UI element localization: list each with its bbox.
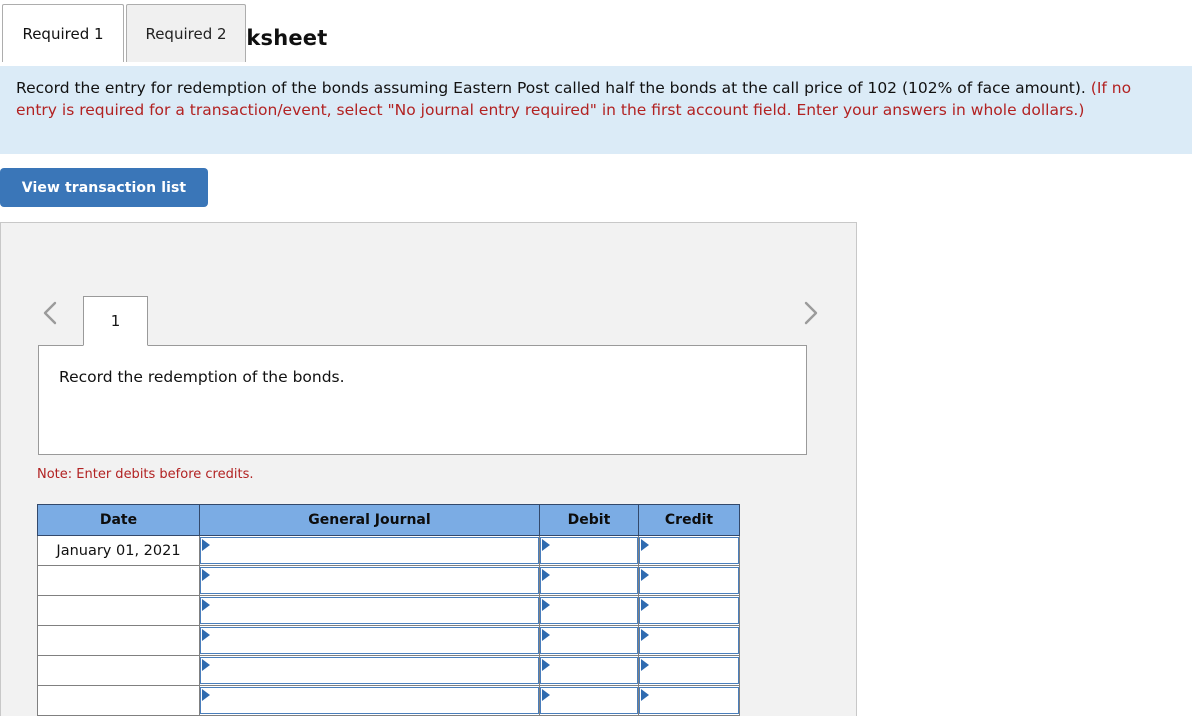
table-row <box>37 625 740 656</box>
general-journal-input-5[interactable] <box>200 657 539 684</box>
transaction-description-box: Record the redemption of the bonds. <box>38 345 807 455</box>
instructions-black-text: Record the entry for redemption of the b… <box>16 79 1086 97</box>
instructions-panel: Record the entry for redemption of the b… <box>0 66 1192 154</box>
general-journal-input-3[interactable] <box>200 597 539 624</box>
cell-date-5[interactable] <box>37 655 200 686</box>
cell-credit-1[interactable] <box>638 535 740 566</box>
cell-debit-5[interactable] <box>539 655 639 686</box>
general-journal-input-2[interactable] <box>200 567 539 594</box>
debits-before-credits-note: Note: Enter debits before credits. <box>37 467 254 482</box>
chevron-right-icon[interactable] <box>797 296 823 330</box>
view-transaction-list-button[interactable]: View transaction list <box>0 168 208 207</box>
page-root: Required 1 Required 2 Record the entry f… <box>0 0 1192 716</box>
debit-input-5[interactable] <box>540 657 638 684</box>
tab-required-1[interactable]: Required 1 <box>2 4 124 62</box>
column-header-credit: Credit <box>638 504 740 536</box>
column-header-date: Date <box>37 504 200 536</box>
debit-input-1[interactable] <box>540 537 638 564</box>
credit-input-1[interactable] <box>639 537 739 564</box>
column-header-debit: Debit <box>539 504 639 536</box>
table-row <box>37 565 740 596</box>
credit-input-4[interactable] <box>639 627 739 654</box>
cell-credit-5[interactable] <box>638 655 740 686</box>
cell-debit-1[interactable] <box>539 535 639 566</box>
general-journal-input-4[interactable] <box>200 627 539 654</box>
transaction-description-text: Record the redemption of the bonds. <box>59 368 345 386</box>
cell-date-6[interactable] <box>37 685 200 716</box>
column-header-general-journal: General Journal <box>199 504 540 536</box>
chevron-left-icon[interactable] <box>38 296 64 330</box>
cell-date-1: January 01, 2021 <box>37 535 200 566</box>
credit-input-6[interactable] <box>639 687 739 714</box>
table-row <box>37 595 740 626</box>
table-row: January 01, 2021 <box>37 535 740 566</box>
debit-input-3[interactable] <box>540 597 638 624</box>
cell-general-journal-3[interactable] <box>199 595 540 626</box>
credit-input-5[interactable] <box>639 657 739 684</box>
worksheet-page-tab-1[interactable]: 1 <box>83 296 148 346</box>
table-header-row: Date General Journal Debit Credit <box>37 504 740 536</box>
general-journal-input-1[interactable] <box>200 537 539 564</box>
general-journal-input-6[interactable] <box>200 687 539 714</box>
debit-input-6[interactable] <box>540 687 638 714</box>
cell-general-journal-5[interactable] <box>199 655 540 686</box>
worksheet-page-tab-1-label: 1 <box>110 312 121 330</box>
tab-required-2[interactable]: Required 2 <box>126 4 246 62</box>
required-tab-strip: Required 1 Required 2 <box>0 0 1192 66</box>
cell-credit-6[interactable] <box>638 685 740 716</box>
cell-date-3[interactable] <box>37 595 200 626</box>
cell-date-2[interactable] <box>37 565 200 596</box>
credit-input-2[interactable] <box>639 567 739 594</box>
cell-general-journal-2[interactable] <box>199 565 540 596</box>
cell-debit-3[interactable] <box>539 595 639 626</box>
cell-date-4[interactable] <box>37 625 200 656</box>
cell-credit-2[interactable] <box>638 565 740 596</box>
cell-general-journal-6[interactable] <box>199 685 540 716</box>
cell-credit-4[interactable] <box>638 625 740 656</box>
cell-general-journal-4[interactable] <box>199 625 540 656</box>
debit-input-4[interactable] <box>540 627 638 654</box>
table-row <box>37 685 740 716</box>
cell-credit-3[interactable] <box>638 595 740 626</box>
cell-debit-4[interactable] <box>539 625 639 656</box>
cell-debit-6[interactable] <box>539 685 639 716</box>
tab-required-1-label: Required 1 <box>22 24 104 43</box>
cell-general-journal-1[interactable] <box>199 535 540 566</box>
tab-required-2-label: Required 2 <box>145 24 227 43</box>
journal-entry-table: Date General Journal Debit Credit Januar… <box>37 504 740 716</box>
debit-input-2[interactable] <box>540 567 638 594</box>
credit-input-3[interactable] <box>639 597 739 624</box>
table-row <box>37 655 740 686</box>
cell-debit-2[interactable] <box>539 565 639 596</box>
